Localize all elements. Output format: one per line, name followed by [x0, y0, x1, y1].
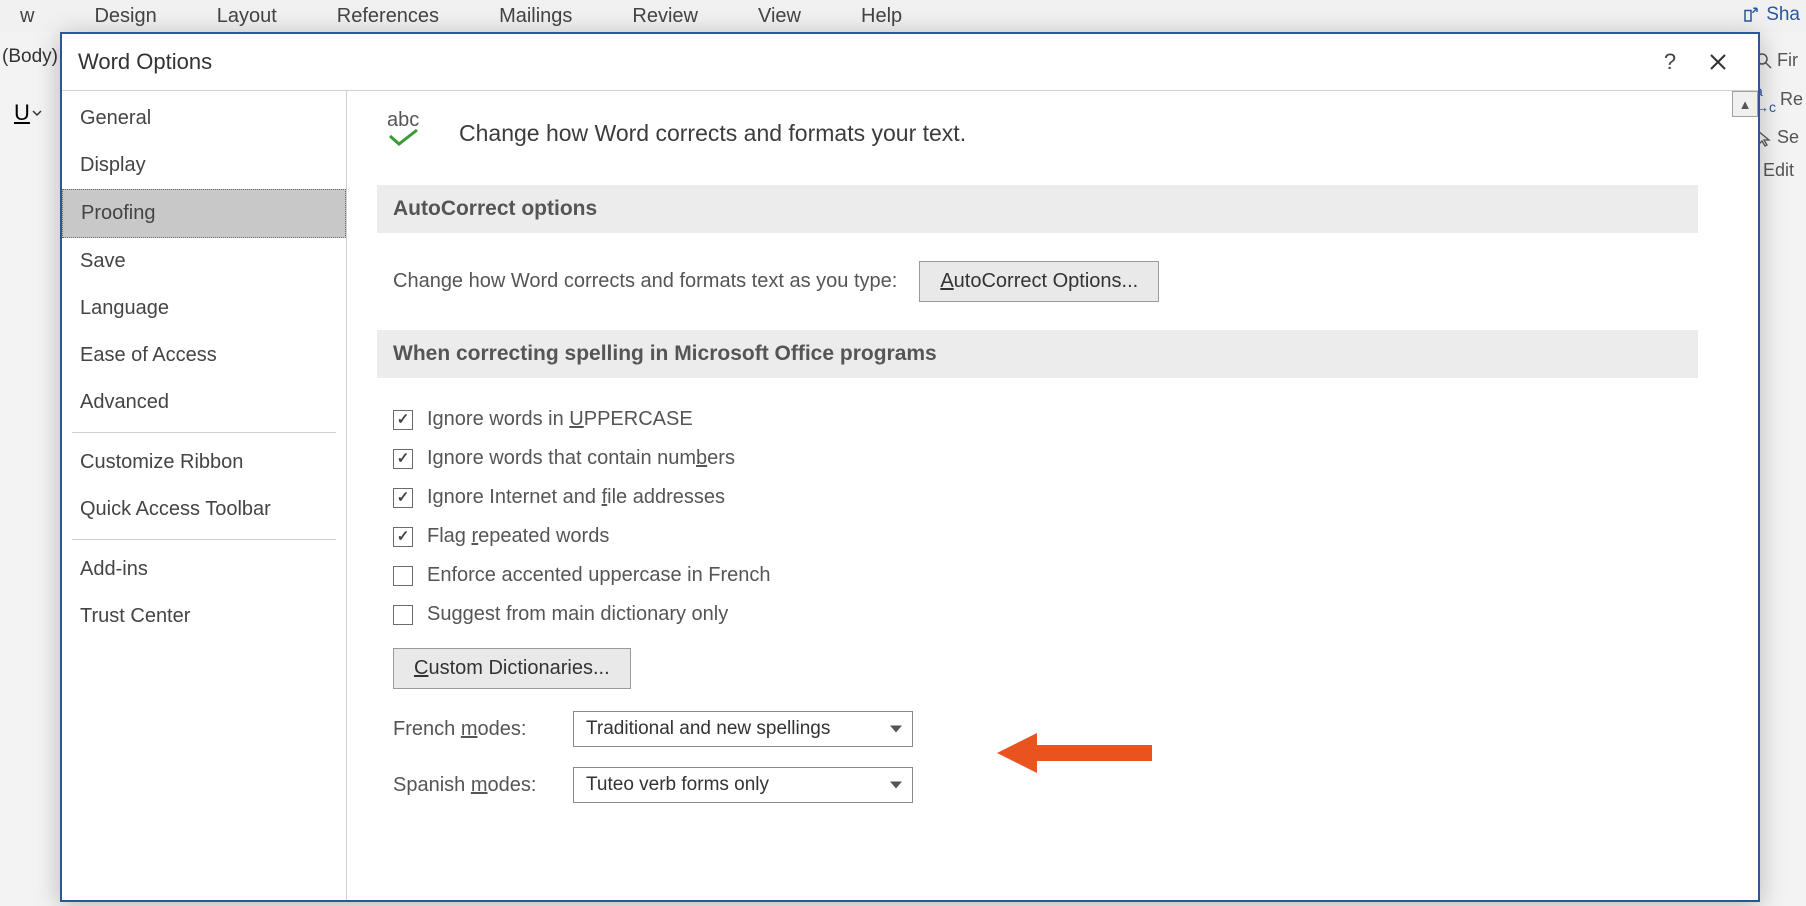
spelling-checkbox-row: Enforce accented uppercase in French — [377, 556, 1728, 595]
ribbon-item[interactable]: Layout — [217, 5, 277, 28]
sidebar-item-display[interactable]: Display — [62, 142, 346, 189]
french-modes-select[interactable]: Traditional and new spellings — [573, 711, 913, 747]
ribbon-menu: w Design Layout References Mailings Revi… — [0, 0, 1806, 32]
share-button[interactable]: Sha — [1736, 2, 1806, 28]
spelling-checkbox-row: Ignore words in UPPERCASE — [377, 400, 1728, 439]
spelling-checkbox-row: Ignore words that contain numbers — [377, 439, 1728, 478]
checkbox-label: Ignore words in UPPERCASE — [427, 408, 693, 431]
options-content: ▲ abc Change how Word corrects and forma… — [347, 91, 1758, 900]
ribbon-item[interactable]: Mailings — [499, 5, 572, 28]
sidebar-item-customize-ribbon[interactable]: Customize Ribbon — [62, 439, 346, 486]
autocorrect-options-button[interactable]: AutoCorrect Options... — [919, 261, 1159, 302]
spanish-modes-select[interactable]: Tuteo verb forms only — [573, 767, 913, 803]
proofing-hero-text: Change how Word corrects and formats you… — [459, 120, 966, 147]
checkbox[interactable] — [393, 527, 413, 547]
checkbox-label: Flag repeated words — [427, 525, 609, 548]
checkbox-label: Enforce accented uppercase in French — [427, 564, 771, 587]
options-sidebar: GeneralDisplayProofingSaveLanguageEase o… — [62, 91, 347, 900]
underline-button[interactable]: U — [14, 100, 42, 126]
sidebar-item-general[interactable]: General — [62, 95, 346, 142]
checkbox[interactable] — [393, 605, 413, 625]
chevron-down-icon — [32, 108, 42, 118]
section-autocorrect: AutoCorrect options — [377, 185, 1698, 233]
autocorrect-description: Change how Word corrects and formats tex… — [393, 270, 897, 293]
sidebar-item-quick-access-toolbar[interactable]: Quick Access Toolbar — [62, 486, 346, 533]
checkbox[interactable] — [393, 566, 413, 586]
sidebar-item-proofing[interactable]: Proofing — [62, 189, 346, 238]
sidebar-item-ease-of-access[interactable]: Ease of Access — [62, 332, 346, 379]
checkbox[interactable] — [393, 449, 413, 469]
spelling-checkbox-row: Suggest from main dictionary only — [377, 595, 1728, 634]
word-options-dialog: Word Options ? GeneralDisplayProofingSav… — [60, 32, 1760, 902]
sidebar-item-save[interactable]: Save — [62, 238, 346, 285]
proofing-icon: abc — [387, 109, 435, 157]
dialog-title: Word Options — [78, 49, 1646, 75]
scroll-up-button[interactable]: ▲ — [1732, 91, 1758, 117]
checkbox-label: Ignore Internet and file addresses — [427, 486, 725, 509]
section-spelling: When correcting spelling in Microsoft Of… — [377, 330, 1698, 378]
checkbox[interactable] — [393, 488, 413, 508]
sidebar-item-add-ins[interactable]: Add-ins — [62, 546, 346, 593]
french-modes-label: French modes: — [393, 718, 553, 741]
close-icon — [1709, 53, 1727, 71]
ribbon-item[interactable]: w — [20, 5, 34, 28]
ribbon-item[interactable]: Design — [94, 5, 156, 28]
share-icon — [1742, 6, 1760, 24]
checkbox[interactable] — [393, 410, 413, 430]
spanish-modes-label: Spanish modes: — [393, 774, 553, 797]
ribbon-item[interactable]: Help — [861, 5, 902, 28]
sidebar-separator — [72, 432, 336, 433]
close-button[interactable] — [1694, 42, 1742, 82]
checkbox-label: Suggest from main dictionary only — [427, 603, 728, 626]
sidebar-item-language[interactable]: Language — [62, 285, 346, 332]
dialog-titlebar: Word Options ? — [62, 34, 1758, 90]
ribbon-item[interactable]: References — [337, 5, 439, 28]
ribbon-item[interactable]: View — [758, 5, 801, 28]
spelling-checkbox-row: Ignore Internet and file addresses — [377, 478, 1728, 517]
help-button[interactable]: ? — [1646, 42, 1694, 82]
ribbon-item[interactable]: Review — [632, 5, 698, 28]
spelling-checkbox-row: Flag repeated words — [377, 517, 1728, 556]
checkbox-label: Ignore words that contain numbers — [427, 447, 735, 470]
sidebar-item-trust-center[interactable]: Trust Center — [62, 593, 346, 640]
custom-dictionaries-button[interactable]: Custom Dictionaries... — [393, 648, 631, 689]
font-body-label: (Body) — [0, 42, 60, 72]
sidebar-separator — [72, 539, 336, 540]
sidebar-item-advanced[interactable]: Advanced — [62, 379, 346, 426]
